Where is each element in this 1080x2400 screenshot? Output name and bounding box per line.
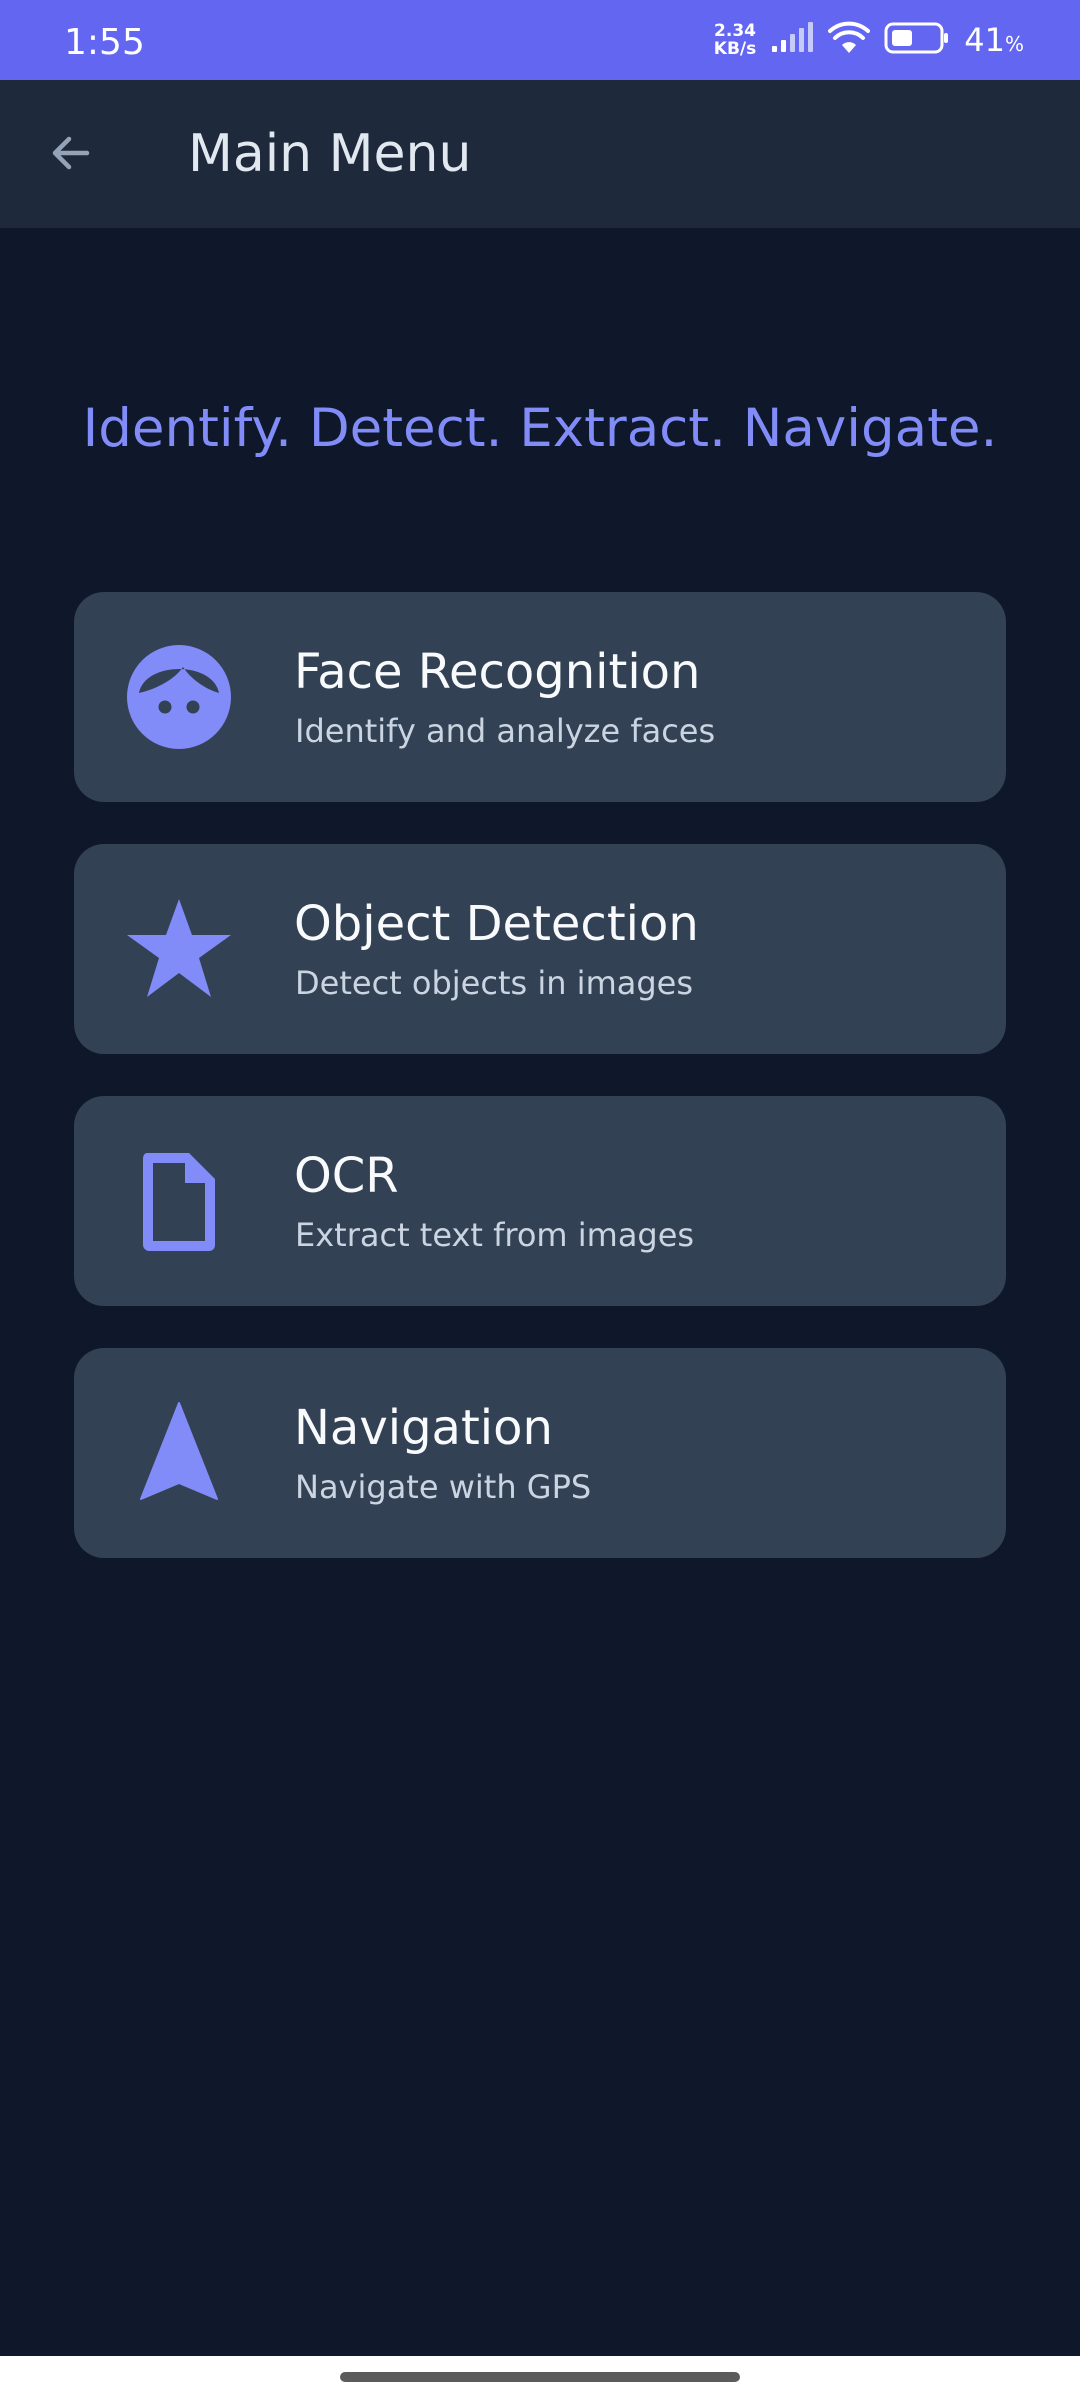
network-speed-value: 2.34 — [714, 21, 756, 41]
face-icon — [124, 642, 234, 752]
menu-card-title: OCR — [294, 1148, 399, 1204]
battery-icon — [884, 22, 950, 58]
battery-level: 41 — [964, 21, 1005, 59]
wifi-icon — [828, 21, 871, 59]
document-icon — [124, 1146, 234, 1256]
home-indicator[interactable] — [340, 2372, 740, 2382]
battery-percentage: 41% — [964, 21, 1024, 59]
arrow-back-icon — [47, 129, 95, 181]
menu-card-face-recognition[interactable]: Face Recognition Identify and analyze fa… — [74, 592, 1006, 802]
app-bar: Main Menu — [0, 80, 1080, 228]
menu-card-subtitle: Extract text from images — [295, 1216, 695, 1254]
signal-icon — [770, 22, 814, 58]
menu-card-subtitle: Navigate with GPS — [295, 1468, 592, 1506]
menu-card-title: Face Recognition — [294, 644, 701, 700]
navigation-arrow-icon — [124, 1398, 234, 1508]
menu-card-subtitle: Detect objects in images — [295, 964, 694, 1002]
network-speed: 2.34 KB/s — [714, 22, 756, 58]
status-bar: 1:55 2.34 KB/s 41% — [0, 0, 1080, 80]
battery-unit: % — [1004, 32, 1024, 56]
menu-card-ocr[interactable]: OCR Extract text from images — [74, 1096, 1006, 1306]
star-icon — [124, 894, 234, 1004]
status-time: 1:55 — [64, 22, 145, 63]
menu-card-object-detection[interactable]: Object Detection Detect objects in image… — [74, 844, 1006, 1054]
menu-card-title: Navigation — [294, 1400, 553, 1456]
menu-card-navigation[interactable]: Navigation Navigate with GPS — [74, 1348, 1006, 1558]
page-title: Main Menu — [188, 124, 472, 184]
back-button[interactable] — [30, 114, 112, 196]
status-icons: 2.34 KB/s 41% — [714, 0, 1024, 80]
tagline: Identify. Detect. Extract. Navigate. — [82, 398, 998, 459]
menu-card-title: Object Detection — [294, 896, 699, 952]
network-speed-unit: KB/s — [713, 39, 757, 59]
menu-card-subtitle: Identify and analyze faces — [295, 712, 716, 750]
